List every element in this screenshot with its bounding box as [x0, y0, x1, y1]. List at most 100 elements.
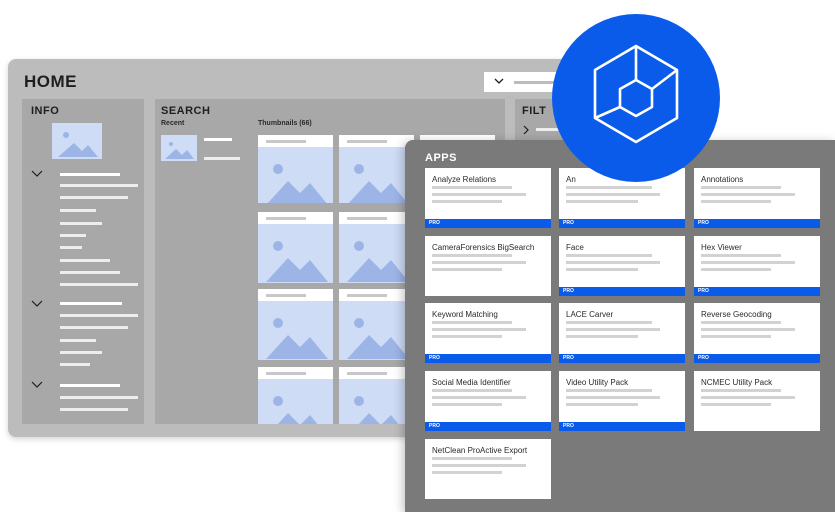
app-name: Reverse Geocoding: [701, 310, 772, 319]
app-name: Video Utility Pack: [566, 378, 629, 387]
app-description-placeholder: [701, 254, 781, 257]
pro-badge: PRO: [559, 422, 685, 431]
app-card[interactable]: LACE Carver PRO: [559, 303, 685, 363]
thumbnail-card[interactable]: [339, 135, 414, 203]
app-description-placeholder: [701, 193, 795, 196]
image-placeholder-icon: [339, 301, 414, 360]
pro-badge: PRO: [425, 219, 551, 228]
thumbnail-caption-placeholder: [266, 294, 306, 297]
app-name: CameraForensics BigSearch: [432, 243, 535, 252]
app-description-placeholder: [701, 403, 771, 406]
thumbnail-card[interactable]: [258, 212, 333, 283]
app-description-placeholder: [566, 396, 660, 399]
app-description-placeholder: [566, 261, 660, 264]
thumbnail-caption-placeholder: [266, 140, 306, 143]
app-name: LACE Carver: [566, 310, 614, 319]
app-description-placeholder: [701, 200, 771, 203]
thumbnail-card[interactable]: [339, 289, 414, 360]
thumbnails-label: Thumbnails (66): [258, 120, 312, 127]
app-card[interactable]: Face PRO: [559, 236, 685, 296]
app-description-placeholder: [432, 193, 526, 196]
app-description-placeholder: [566, 193, 660, 196]
app-name: Hex Viewer: [701, 243, 742, 252]
app-description-placeholder: [701, 261, 795, 264]
filter-panel-title: FILT: [522, 105, 547, 117]
thumbnail-card[interactable]: [339, 367, 414, 424]
thumbnail-card[interactable]: [258, 135, 333, 203]
info-panel: INFO: [22, 99, 144, 424]
image-placeholder-icon: [339, 224, 414, 283]
pro-badge: PRO: [559, 287, 685, 296]
pro-badge: PRO: [559, 354, 685, 363]
app-name: NCMEC Utility Pack: [701, 378, 773, 387]
app-description-placeholder: [432, 186, 512, 189]
app-card[interactable]: Keyword Matching PRO: [425, 303, 551, 363]
chevron-right-icon[interactable]: [522, 125, 530, 135]
thumbnail-card[interactable]: [339, 212, 414, 283]
app-description-placeholder: [432, 328, 526, 331]
chevron-down-icon[interactable]: [31, 169, 43, 179]
app-description-placeholder: [701, 396, 795, 399]
page-title: HOME: [24, 72, 77, 91]
app-description-placeholder: [432, 403, 502, 406]
app-name: Keyword Matching: [432, 310, 498, 319]
app-description-placeholder: [566, 254, 652, 257]
app-description-placeholder: [432, 200, 502, 203]
app-description-placeholder: [701, 268, 771, 271]
app-description-placeholder: [566, 403, 638, 406]
app-description-placeholder: [701, 335, 771, 338]
app-description-placeholder: [432, 268, 502, 271]
app-description-placeholder: [432, 261, 526, 264]
app-description-placeholder: [701, 389, 781, 392]
app-name: Analyze Relations: [432, 175, 497, 184]
apps-title: APPS: [425, 152, 457, 164]
app-description-placeholder: [432, 254, 512, 257]
pro-badge: PRO: [694, 287, 820, 296]
app-description-placeholder: [432, 321, 512, 324]
recent-label: Recent: [161, 120, 185, 127]
thumbnail-caption-placeholder: [266, 217, 306, 220]
thumbnail-caption-placeholder: [347, 140, 387, 143]
app-description-placeholder: [566, 389, 652, 392]
app-description-placeholder: [432, 457, 512, 460]
app-name: Social Media Identifier: [432, 378, 511, 387]
image-placeholder-icon: [258, 224, 333, 283]
app-card[interactable]: Video Utility Pack PRO: [559, 371, 685, 431]
pro-badge: PRO: [694, 219, 820, 228]
app-description-placeholder: [432, 335, 502, 338]
info-panel-title: INFO: [31, 105, 60, 117]
app-description-placeholder: [566, 328, 660, 331]
image-placeholder-icon: [258, 379, 333, 424]
pro-badge: PRO: [694, 354, 820, 363]
image-placeholder-icon: [339, 147, 414, 203]
hexagon-cube-logo-icon: [593, 44, 679, 144]
pro-badge: PRO: [425, 354, 551, 363]
app-card[interactable]: NCMEC Utility Pack: [694, 371, 820, 431]
image-placeholder-icon: [339, 379, 414, 424]
recent-thumbnail[interactable]: [161, 135, 197, 161]
app-description-placeholder: [566, 268, 638, 271]
app-description-placeholder: [432, 464, 526, 467]
app-card[interactable]: Reverse Geocoding PRO: [694, 303, 820, 363]
app-description-placeholder: [566, 335, 638, 338]
app-card[interactable]: NetClean ProActive Export: [425, 439, 551, 499]
app-description-placeholder: [432, 389, 512, 392]
app-card[interactable]: CameraForensics BigSearch: [425, 236, 551, 296]
app-card[interactable]: Analyze Relations PRO: [425, 168, 551, 228]
image-placeholder-icon: [258, 301, 333, 360]
chevron-down-icon[interactable]: [31, 380, 43, 390]
app-name: NetClean ProActive Export: [432, 446, 528, 455]
app-description-placeholder: [432, 396, 526, 399]
thumbnail-card[interactable]: [258, 289, 333, 360]
app-card[interactable]: Social Media Identifier PRO: [425, 371, 551, 431]
app-description-placeholder: [566, 186, 652, 189]
apps-panel: APPS Analyze Relations PRO An PRO Annotation…: [405, 140, 835, 512]
search-panel-title: SEARCH: [161, 105, 211, 117]
pro-badge: PRO: [425, 422, 551, 431]
thumbnail-card[interactable]: [258, 367, 333, 424]
app-description-placeholder: [432, 471, 502, 474]
app-card[interactable]: Hex Viewer PRO: [694, 236, 820, 296]
info-image-placeholder: [52, 123, 102, 159]
chevron-down-icon[interactable]: [31, 299, 43, 309]
image-placeholder-icon: [165, 142, 194, 159]
